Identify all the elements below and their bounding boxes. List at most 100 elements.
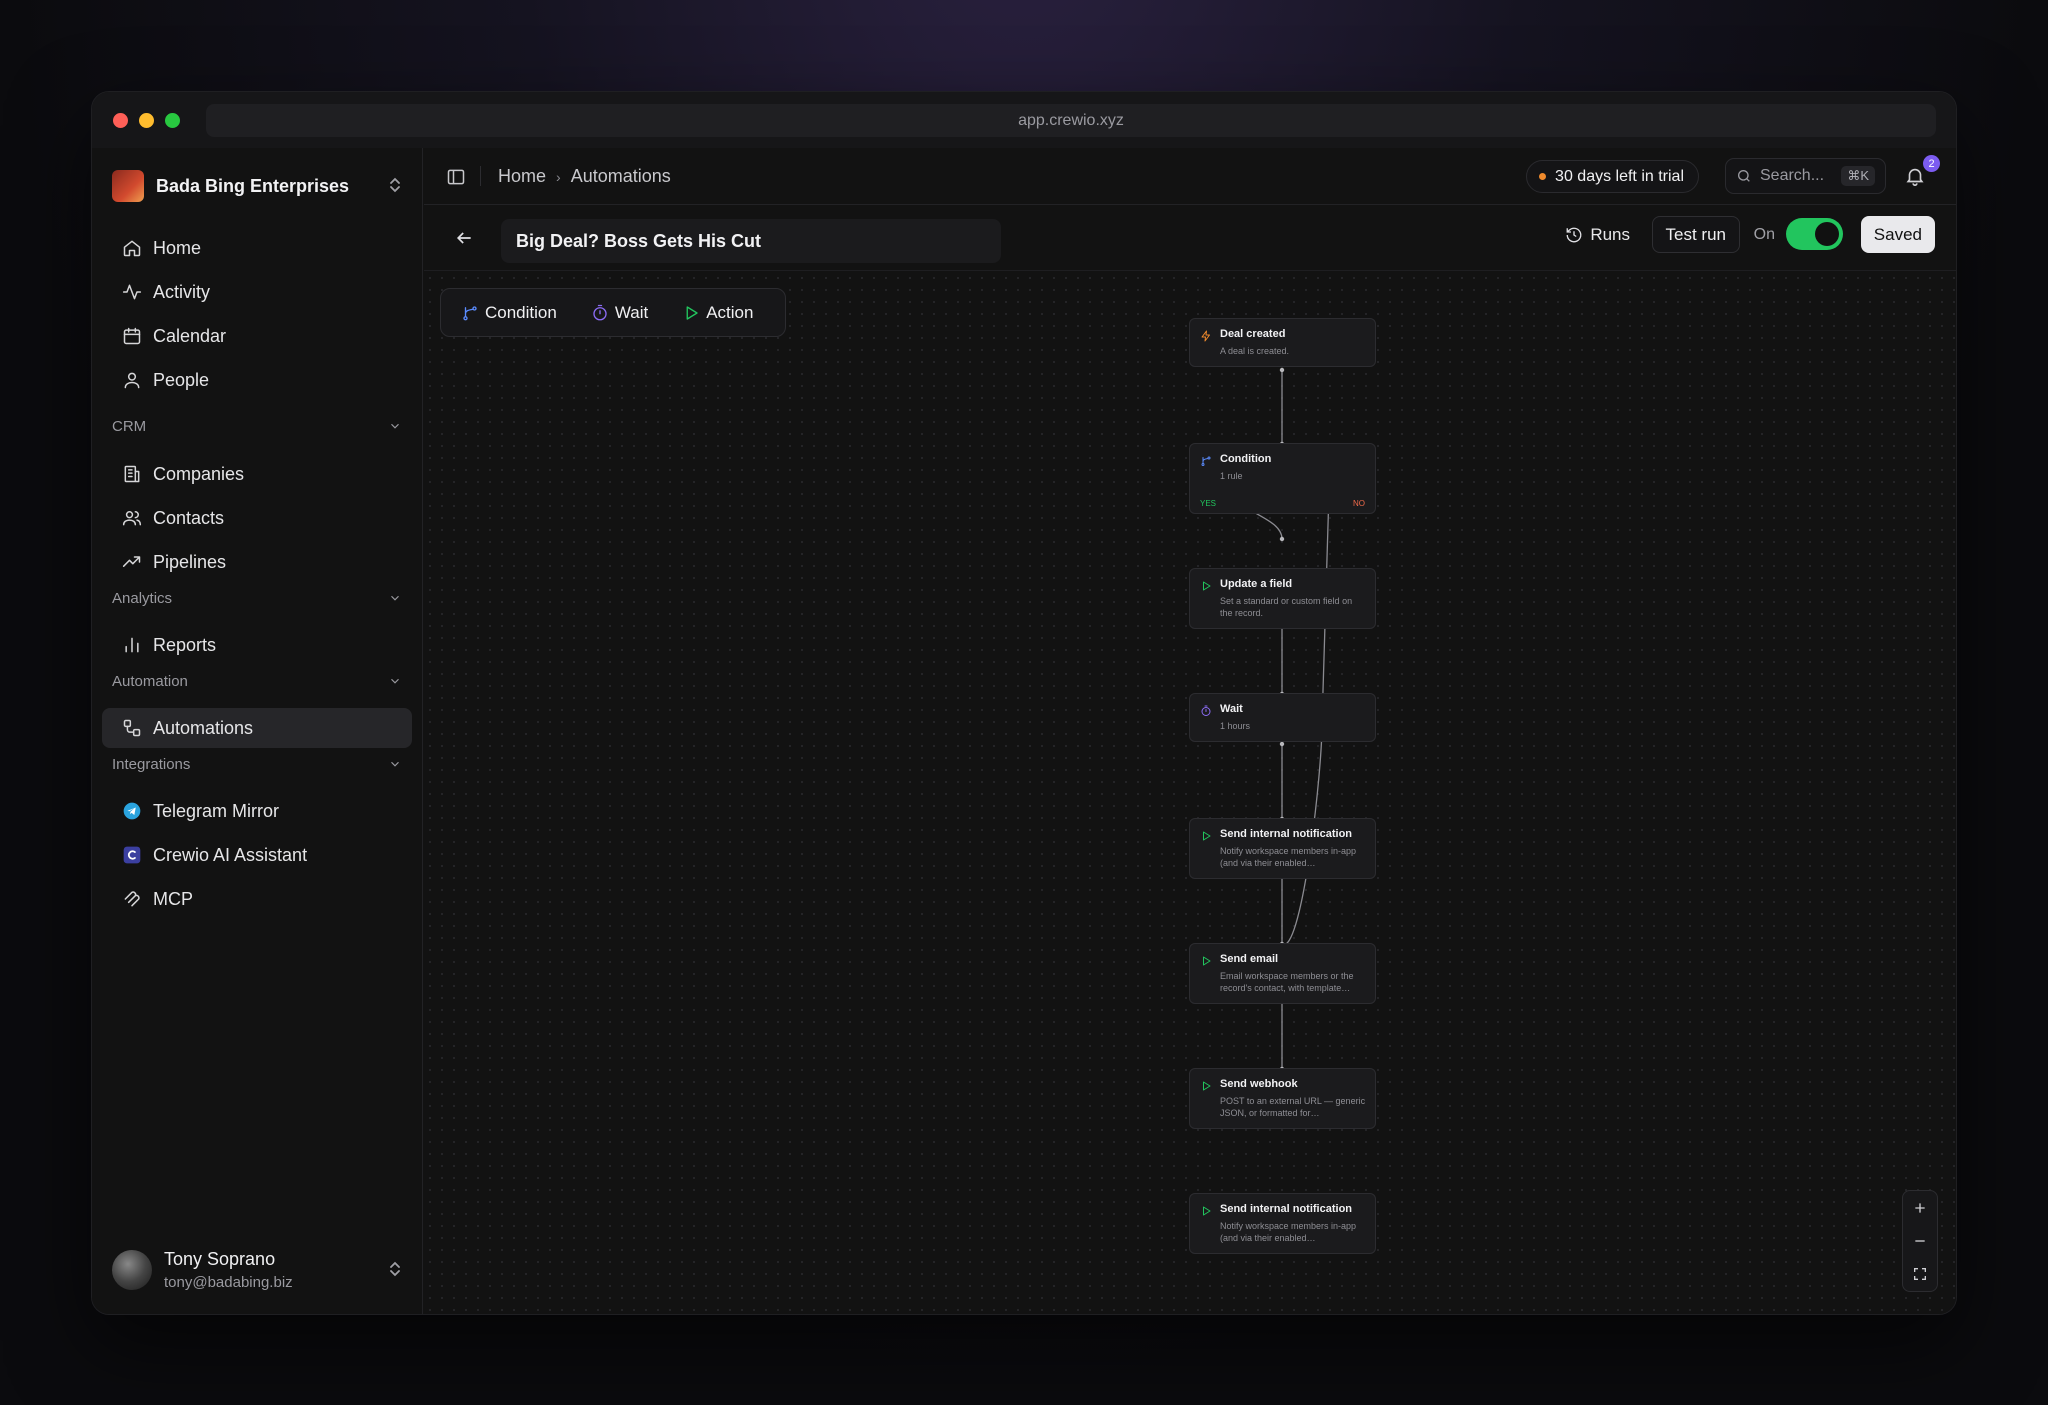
- zoom-in-button[interactable]: [1903, 1191, 1937, 1224]
- sidebar-item-label: Automations: [153, 717, 254, 738]
- sidebar-item-mcp[interactable]: MCP: [102, 879, 412, 919]
- node-title: Wait: [1220, 703, 1243, 715]
- zoom-out-button[interactable]: [1903, 1224, 1937, 1257]
- close-window-button[interactable]: [113, 113, 128, 128]
- node-title: Send internal notification: [1220, 828, 1353, 840]
- sidebar-item-label: Pipelines: [153, 551, 227, 572]
- trial-badge[interactable]: 30 days left in trial: [1526, 160, 1699, 193]
- sidebar-item-automations[interactable]: Automations: [102, 708, 412, 748]
- trial-text: 30 days left in trial: [1555, 167, 1684, 185]
- sidebar-item-pipelines[interactable]: Pipelines: [102, 542, 412, 582]
- workflow-node-action[interactable]: Update a field Set a standard or custom …: [1189, 568, 1376, 629]
- workspace-name: Bada Bing Enterprises: [156, 175, 350, 196]
- minimize-window-button[interactable]: [139, 113, 154, 128]
- zap-icon: [1200, 329, 1212, 342]
- add-action-button[interactable]: Action: [682, 303, 753, 323]
- sidebar-item-contacts[interactable]: Contacts: [102, 498, 412, 538]
- section-crm[interactable]: CRM: [112, 412, 402, 440]
- runs-button[interactable]: Runs: [1565, 225, 1630, 245]
- play-icon: [1200, 954, 1212, 966]
- top-bar: Home › Automations 30 days left in trial…: [424, 148, 1956, 205]
- workflow-icon: [122, 718, 142, 738]
- workflow-canvas[interactable]: Condition Wait Action Deal created A dea…: [424, 272, 1956, 1314]
- add-wait-button[interactable]: Wait: [591, 303, 648, 323]
- runs-label: Runs: [1590, 225, 1630, 244]
- workflow-node-wait[interactable]: Wait 1 hours: [1189, 693, 1376, 742]
- sidebar-item-label: MCP: [153, 888, 193, 909]
- chevron-up-down-icon: [388, 1261, 402, 1280]
- notifications-button[interactable]: [1904, 165, 1926, 187]
- section-integrations[interactable]: Integrations: [112, 750, 402, 778]
- notification-count-badge: 2: [1923, 155, 1940, 172]
- node-description: Notify workspace members in-app (and via…: [1220, 846, 1357, 868]
- sidebar-item-home[interactable]: Home: [102, 228, 412, 268]
- branch-labels: YES NO: [1200, 499, 1365, 508]
- users-icon: [122, 508, 142, 528]
- fit-view-button[interactable]: [1903, 1257, 1937, 1290]
- play-icon: [1200, 829, 1212, 841]
- avatar: [112, 1250, 152, 1290]
- sidebar-item-telegram-mirror[interactable]: Telegram Mirror: [102, 791, 412, 831]
- maximize-window-button[interactable]: [165, 113, 180, 128]
- workflow-node-action[interactable]: Send webhook POST to an external URL — g…: [1189, 1068, 1376, 1129]
- node-palette: Condition Wait Action: [440, 288, 786, 337]
- section-automation[interactable]: Automation: [112, 667, 402, 695]
- automation-editor-bar: Big Deal? Boss Gets His Cut Runs Test ru…: [424, 205, 1956, 271]
- minus-icon: [1915, 1239, 1925, 1242]
- node-title: Deal created: [1220, 328, 1286, 340]
- person-icon: [122, 370, 142, 390]
- chevron-up-down-icon: [388, 177, 402, 196]
- chevron-down-icon: [391, 595, 399, 601]
- toggle-sidebar-button[interactable]: [446, 167, 466, 187]
- breadcrumb-home[interactable]: Home: [498, 166, 546, 187]
- workflow-node-action[interactable]: Send internal notification Notify worksp…: [1189, 1193, 1376, 1254]
- search-shortcut: ⌘K: [1841, 166, 1875, 186]
- workflow-node-condition[interactable]: Condition 1 rule YES NO: [1189, 443, 1376, 514]
- breadcrumb-automations[interactable]: Automations: [571, 166, 671, 187]
- sidebar-item-crewio-ai[interactable]: Crewio AI Assistant: [102, 835, 412, 875]
- branch-icon: [1200, 454, 1212, 466]
- chevron-down-icon: [391, 423, 399, 429]
- user-email: tony@badabing.biz: [164, 1274, 293, 1291]
- sidebar-item-companies[interactable]: Companies: [102, 454, 412, 494]
- enabled-label: On: [1753, 226, 1775, 243]
- chevron-right-icon: ›: [556, 168, 561, 185]
- node-description: 1 hours: [1220, 721, 1251, 731]
- workflow-node-trigger[interactable]: Deal created A deal is created.: [1189, 318, 1376, 367]
- test-run-button[interactable]: Test run: [1651, 216, 1740, 253]
- workflow-connectors: [1232, 367, 1332, 1123]
- saved-button[interactable]: Saved: [1860, 216, 1935, 253]
- node-title: Condition: [1220, 453, 1272, 465]
- sidebar-item-people[interactable]: People: [102, 360, 412, 400]
- node-title: Update a field: [1220, 578, 1293, 590]
- node-title: Send webhook: [1220, 1078, 1298, 1090]
- sidebar-item-label: Calendar: [153, 325, 227, 346]
- calendar-icon: [122, 326, 142, 346]
- play-icon: [1200, 579, 1212, 591]
- sidebar: Bada Bing Enterprises Home Activity Cale…: [92, 148, 423, 1314]
- zoom-controls: [1902, 1190, 1938, 1292]
- search-input[interactable]: Search... ⌘K: [1725, 158, 1886, 194]
- url-bar[interactable]: app.crewio.xyz: [206, 104, 1936, 137]
- workflow-node-action[interactable]: Send internal notification Notify worksp…: [1189, 818, 1376, 879]
- fullscreen-icon: [1914, 1267, 1926, 1280]
- automation-title-input[interactable]: Big Deal? Boss Gets His Cut: [501, 219, 1001, 263]
- chevron-down-icon: [391, 761, 399, 767]
- section-analytics[interactable]: Analytics: [112, 584, 402, 612]
- timer-icon: [593, 304, 607, 320]
- workflow-node-action[interactable]: Send email Email workspace members or th…: [1189, 943, 1376, 1004]
- sidebar-item-calendar[interactable]: Calendar: [102, 316, 412, 356]
- workspace-switcher[interactable]: Bada Bing Enterprises: [112, 162, 402, 210]
- enabled-toggle[interactable]: [1786, 218, 1843, 250]
- sidebar-item-activity[interactable]: Activity: [102, 272, 412, 312]
- sidebar-item-reports[interactable]: Reports: [102, 625, 412, 665]
- add-condition-button[interactable]: Condition: [461, 303, 557, 323]
- play-icon: [1200, 1079, 1212, 1091]
- back-button[interactable]: [454, 228, 474, 248]
- trending-up-icon: [122, 552, 142, 572]
- plus-icon: [1915, 1202, 1925, 1213]
- mcp-icon: [122, 889, 142, 909]
- node-description: A deal is created.: [1220, 346, 1290, 356]
- user-menu[interactable]: Tony Soprano tony@badabing.biz: [112, 1242, 402, 1298]
- history-icon: [1566, 227, 1582, 243]
